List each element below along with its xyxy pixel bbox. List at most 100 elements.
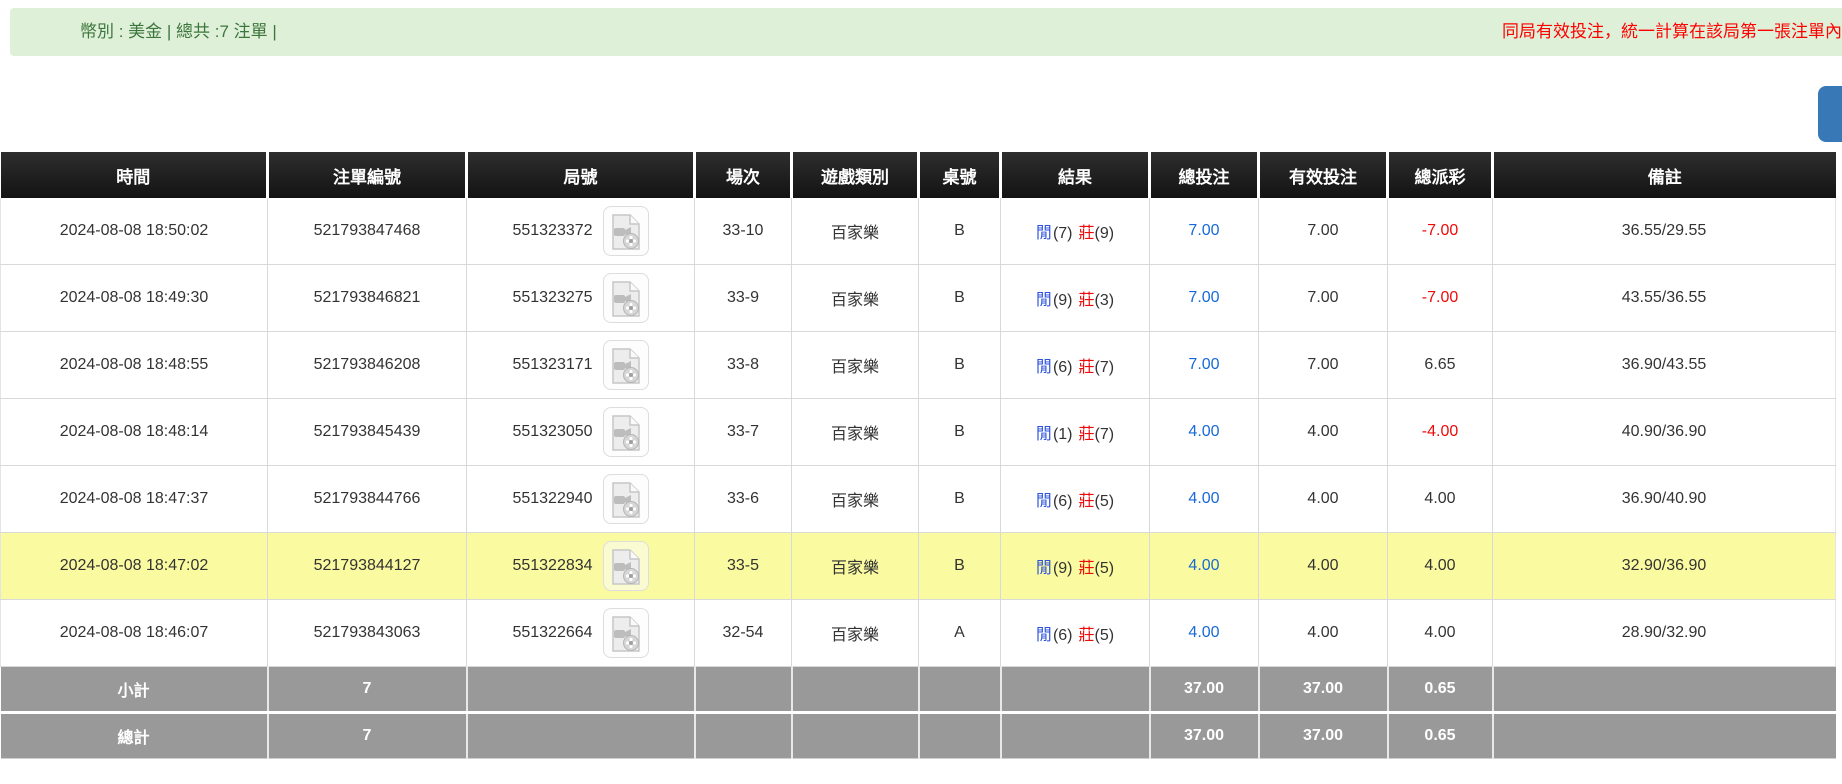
banker-result-value: (5) bbox=[1095, 627, 1115, 644]
banker-result-label: 莊 bbox=[1079, 493, 1095, 510]
video-replay-button[interactable] bbox=[603, 340, 649, 390]
game-type-value: 百家樂 bbox=[831, 426, 879, 443]
summary-empty-cell bbox=[695, 713, 792, 759]
total-bet-cell: 4.00 bbox=[1150, 466, 1259, 533]
payout-value: 4.00 bbox=[1424, 557, 1455, 574]
video-file-icon bbox=[610, 415, 642, 451]
valid-bet-value: 7.00 bbox=[1307, 222, 1338, 239]
remark-cell: 40.90/36.90 bbox=[1493, 399, 1836, 466]
total-bet-link[interactable]: 7.00 bbox=[1188, 222, 1219, 239]
player-result-label: 閒 bbox=[1036, 560, 1052, 577]
round-id-value: 551322664 bbox=[512, 624, 592, 642]
valid-bet-cell: 4.00 bbox=[1259, 399, 1388, 466]
game-type-value: 百家樂 bbox=[831, 560, 879, 577]
table-id-value: B bbox=[954, 557, 965, 574]
summary-valid-bet-cell: 37.00 bbox=[1259, 713, 1388, 759]
table-id-cell: B bbox=[919, 399, 1001, 466]
banker-result-value: (7) bbox=[1095, 426, 1115, 443]
bet-id-value: 521793844127 bbox=[314, 557, 421, 574]
table-row[interactable]: 2024-08-08 18:48:55 521793846208 5513231… bbox=[1, 332, 1836, 399]
session-cell: 33-6 bbox=[695, 466, 792, 533]
header-cell: 注單編號 bbox=[268, 152, 467, 198]
valid-bet-cell: 4.00 bbox=[1259, 600, 1388, 667]
video-replay-button[interactable] bbox=[603, 273, 649, 323]
table-row[interactable]: 2024-08-08 18:47:02 521793844127 5513228… bbox=[1, 533, 1836, 600]
payout-cell: 4.00 bbox=[1388, 533, 1493, 600]
payout-cell: 4.00 bbox=[1388, 466, 1493, 533]
video-replay-button[interactable] bbox=[603, 608, 649, 658]
game-type-cell: 百家樂 bbox=[792, 533, 919, 600]
video-replay-button[interactable] bbox=[603, 541, 649, 591]
session-cell: 33-9 bbox=[695, 265, 792, 332]
valid-bet-value: 4.00 bbox=[1307, 557, 1338, 574]
header-cell: 遊戲類別 bbox=[792, 152, 919, 198]
table-id-value: B bbox=[954, 289, 965, 306]
total-bet-link[interactable]: 7.00 bbox=[1188, 289, 1219, 306]
total-bet-link[interactable]: 4.00 bbox=[1188, 423, 1219, 440]
valid-bet-value: 7.00 bbox=[1307, 289, 1338, 306]
summary-remark-cell bbox=[1493, 713, 1836, 759]
bet-id-value: 521793846208 bbox=[314, 356, 421, 373]
header-cell: 總派彩 bbox=[1388, 152, 1493, 198]
payout-value: -7.00 bbox=[1422, 222, 1458, 239]
table-row[interactable]: 2024-08-08 18:49:30 521793846821 5513232… bbox=[1, 265, 1836, 332]
total-bet-link[interactable]: 4.00 bbox=[1188, 624, 1219, 641]
video-replay-button[interactable] bbox=[603, 407, 649, 457]
total-bet-link[interactable]: 7.00 bbox=[1188, 356, 1219, 373]
bet-history-table: 時間注單編號局號場次遊戲類別桌號結果總投注有效投注總派彩備註 2024-08-0… bbox=[0, 152, 1836, 759]
round-cell: 551322664 bbox=[467, 600, 695, 667]
time-value: 2024-08-08 18:50:02 bbox=[60, 222, 209, 239]
table-row[interactable]: 2024-08-08 18:47:37 521793844766 5513229… bbox=[1, 466, 1836, 533]
video-file-icon bbox=[610, 281, 642, 317]
session-value: 33-7 bbox=[727, 423, 759, 440]
header-cell: 場次 bbox=[695, 152, 792, 198]
payout-cell: 6.65 bbox=[1388, 332, 1493, 399]
bet-id-value: 521793847468 bbox=[314, 222, 421, 239]
side-panel-button[interactable] bbox=[1818, 86, 1842, 142]
session-cell: 33-10 bbox=[695, 198, 792, 265]
table-row[interactable]: 2024-08-08 18:46:07 521793843063 5513226… bbox=[1, 600, 1836, 667]
video-replay-button[interactable] bbox=[603, 206, 649, 256]
header-cell: 有效投注 bbox=[1259, 152, 1388, 198]
result-cell: 閒(6)莊(7) bbox=[1001, 332, 1150, 399]
time-value: 2024-08-08 18:46:07 bbox=[60, 624, 209, 641]
total-bet-cell: 7.00 bbox=[1150, 265, 1259, 332]
valid-bet-value: 4.00 bbox=[1307, 624, 1338, 641]
table-id-value: B bbox=[954, 423, 965, 440]
table-row[interactable]: 2024-08-08 18:48:14 521793845439 5513230… bbox=[1, 399, 1836, 466]
summary-valid-bet-cell: 37.00 bbox=[1259, 667, 1388, 713]
total-bet-link[interactable]: 4.00 bbox=[1188, 557, 1219, 574]
header-cell: 備註 bbox=[1493, 152, 1836, 198]
player-result-value: (6) bbox=[1053, 493, 1073, 510]
payout-cell: -4.00 bbox=[1388, 399, 1493, 466]
time-cell: 2024-08-08 18:47:37 bbox=[1, 466, 268, 533]
banker-result-label: 莊 bbox=[1079, 426, 1095, 443]
valid-bet-cell: 4.00 bbox=[1259, 466, 1388, 533]
summary-empty-cell bbox=[792, 667, 919, 713]
remark-cell: 43.55/36.55 bbox=[1493, 265, 1836, 332]
session-value: 33-9 bbox=[727, 289, 759, 306]
summary-count-cell: 7 bbox=[268, 713, 467, 759]
bet-id-cell: 521793843063 bbox=[268, 600, 467, 667]
session-cell: 33-8 bbox=[695, 332, 792, 399]
header-cell: 桌號 bbox=[919, 152, 1001, 198]
summary-label-cell: 總計 bbox=[1, 713, 268, 759]
player-result-value: (6) bbox=[1053, 627, 1073, 644]
table-row[interactable]: 2024-08-08 18:50:02 521793847468 5513233… bbox=[1, 198, 1836, 265]
result-cell: 閒(9)莊(3) bbox=[1001, 265, 1150, 332]
total-bet-link[interactable]: 4.00 bbox=[1188, 490, 1219, 507]
result-cell: 閒(6)莊(5) bbox=[1001, 600, 1150, 667]
player-result-label: 閒 bbox=[1036, 426, 1052, 443]
header-cell: 時間 bbox=[1, 152, 268, 198]
result-cell: 閒(9)莊(5) bbox=[1001, 533, 1150, 600]
video-file-icon bbox=[610, 616, 642, 652]
bet-id-value: 521793843063 bbox=[314, 624, 421, 641]
summary-empty-cell bbox=[919, 713, 1001, 759]
remark-value: 40.90/36.90 bbox=[1622, 423, 1707, 440]
valid-bet-cell: 7.00 bbox=[1259, 198, 1388, 265]
summary-valid-bet: 37.00 bbox=[1303, 727, 1343, 744]
remark-cell: 32.90/36.90 bbox=[1493, 533, 1836, 600]
bet-id-value: 521793844766 bbox=[314, 490, 421, 507]
video-replay-button[interactable] bbox=[603, 474, 649, 524]
remark-cell: 36.55/29.55 bbox=[1493, 198, 1836, 265]
